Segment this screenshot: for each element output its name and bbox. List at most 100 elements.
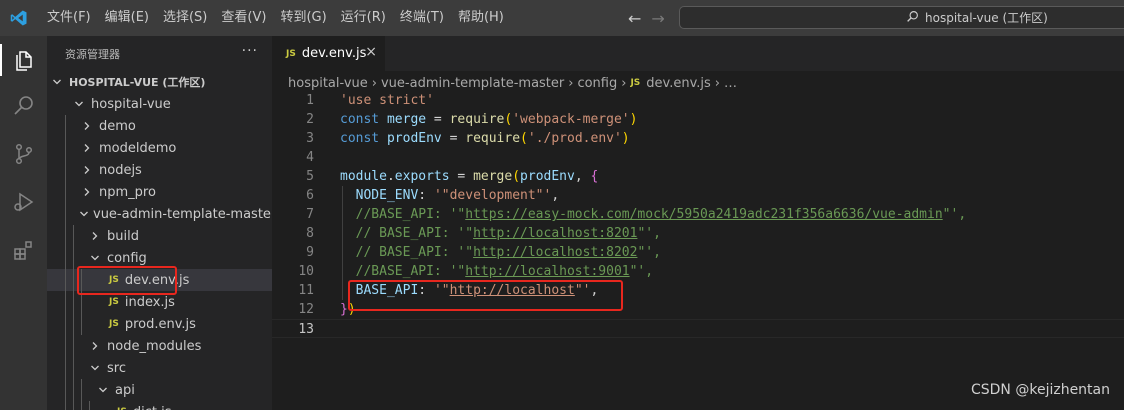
chevron-right-icon: › xyxy=(714,75,720,91)
breadcrumb-file[interactable]: dev.env.js xyxy=(646,76,711,91)
indent-guide xyxy=(65,225,66,247)
tree-item-label: nodejs xyxy=(99,162,142,178)
active-indicator xyxy=(0,44,2,76)
line-number: 11 xyxy=(298,283,314,298)
breadcrumb-item[interactable]: config xyxy=(577,76,617,91)
code-token: NODE_ENV xyxy=(355,188,419,203)
tree-folder-hospital-vue[interactable]: hospital-vue xyxy=(47,93,272,115)
indent-guide xyxy=(65,291,66,313)
code-token: './prod.env' xyxy=(527,131,622,146)
menu-item[interactable]: 运行(R) xyxy=(334,0,393,36)
tree-file-prod-env-js[interactable]: JS prod.env.js xyxy=(47,313,272,335)
code-line[interactable]: 6 NODE_ENV: '"development"', xyxy=(272,186,1124,205)
chevron-right-icon: › xyxy=(568,75,574,91)
menu-item[interactable]: 终端(T) xyxy=(393,0,451,36)
source-control-icon[interactable] xyxy=(0,132,47,176)
explorer-icon[interactable] xyxy=(0,38,47,82)
tree-folder-api[interactable]: api xyxy=(47,379,272,401)
more-actions-icon[interactable]: ··· xyxy=(242,43,258,59)
code-token: //BASE_API: '" xyxy=(340,264,466,279)
command-center-label: hospital-vue (工作区) xyxy=(925,11,1048,25)
watermark: CSDN @kejizhentan xyxy=(970,382,1110,398)
code-token: http://localhost:9001 xyxy=(465,264,630,279)
menu-item[interactable]: 查看(V) xyxy=(214,0,273,36)
menu-item[interactable]: 编辑(E) xyxy=(98,0,156,36)
code-token: http://localhost:8202 xyxy=(473,245,638,260)
tree-file-dict-js[interactable]: JSdict.js xyxy=(47,401,272,410)
code-line[interactable]: 8 // BASE_API: '"http://localhost:8201"'… xyxy=(272,224,1124,243)
js-file-icon: JS xyxy=(109,297,119,307)
tree-item-label: src xyxy=(107,360,126,376)
tab-bar: JS dev.env.js × xyxy=(272,36,1124,71)
back-arrow-icon[interactable]: ← xyxy=(628,9,641,28)
tree-folder-npm-pro[interactable]: npm_pro xyxy=(47,181,272,203)
explorer-header: 资源管理器 ··· xyxy=(47,36,272,71)
code-token: // BASE_API: '" xyxy=(340,245,474,260)
menu-item[interactable]: 转到(G) xyxy=(273,0,333,36)
tree-folder-src[interactable]: src xyxy=(47,357,272,379)
line-number: 3 xyxy=(306,131,314,146)
tree-item-label: demo xyxy=(99,118,136,134)
line-number: 1 xyxy=(306,93,314,108)
close-icon[interactable]: × xyxy=(365,44,377,60)
code-token: //BASE_API: '" xyxy=(340,207,466,222)
indent-guide xyxy=(65,247,66,269)
tree-item-label: prod.env.js xyxy=(124,316,196,332)
highlight-box-file xyxy=(77,266,177,295)
menu-item[interactable]: 选择(S) xyxy=(156,0,214,36)
breadcrumb-item[interactable]: hospital-vue xyxy=(288,76,368,91)
file-tree: hospital-vue demo modeldemo nodejs npm_pro vu… xyxy=(47,93,272,410)
menu-item[interactable]: 帮助(H) xyxy=(451,0,511,36)
workspace-title: HOSPITAL-VUE (工作区) xyxy=(69,76,206,89)
code-line[interactable]: 9 // BASE_API: '"http://localhost:8202"'… xyxy=(272,243,1124,262)
workspace-header[interactable]: HOSPITAL-VUE (工作区) xyxy=(47,71,272,93)
code-text: module.exports = merge(prodEnv, { xyxy=(340,167,598,186)
code-line[interactable]: 5 module.exports = merge(prodEnv, { xyxy=(272,167,1124,186)
run-debug-icon[interactable] xyxy=(0,180,47,224)
tree-folder-modeldemo[interactable]: modeldemo xyxy=(47,137,272,159)
activity-bar xyxy=(0,36,47,410)
code-token: { xyxy=(590,169,599,184)
tree-folder-demo[interactable]: demo xyxy=(47,115,272,137)
tree-folder-node-modules[interactable]: node_modules xyxy=(47,335,272,357)
breadcrumb-more[interactable]: … xyxy=(724,76,737,91)
indent-guide xyxy=(73,357,74,379)
indent-guide xyxy=(65,379,66,401)
breadcrumb-item[interactable]: vue-admin-template-master xyxy=(381,76,564,91)
indent-guide xyxy=(65,335,66,357)
code-line[interactable]: 13 xyxy=(272,319,1124,338)
js-file-icon: JS xyxy=(109,319,119,329)
code-token: const xyxy=(340,112,387,127)
code-token: ( xyxy=(512,169,521,184)
code-token: = xyxy=(449,169,474,184)
code-line[interactable]: 10 //BASE_API: '"http://localhost:9001"'… xyxy=(272,262,1124,281)
code-token: '"development"' xyxy=(433,188,552,203)
tree-item-label: api xyxy=(115,382,135,398)
code-line[interactable]: 1 'use strict' xyxy=(272,91,1124,110)
code-token: "', xyxy=(942,207,967,222)
code-line[interactable]: 2 const merge = require('webpack-merge') xyxy=(272,110,1124,129)
extensions-icon[interactable] xyxy=(0,228,47,272)
tree-folder-nodejs[interactable]: nodejs xyxy=(47,159,272,181)
forward-arrow-icon[interactable]: → xyxy=(651,9,664,28)
line-number: 2 xyxy=(306,112,314,127)
menu-item[interactable]: 文件(F) xyxy=(40,0,98,36)
indent-guide xyxy=(73,335,74,357)
code-line[interactable]: 3 const prodEnv = require('./prod.env') xyxy=(272,129,1124,148)
code-line[interactable]: 7 //BASE_API: '"https://easy-mock.com/mo… xyxy=(272,205,1124,224)
code-token: , xyxy=(574,169,591,184)
indent-guide xyxy=(81,379,82,401)
code-token: "', xyxy=(637,226,661,241)
tree-folder-build[interactable]: build xyxy=(47,225,272,247)
code-line[interactable]: 4 xyxy=(272,148,1124,167)
code-text: NODE_ENV: '"development"', xyxy=(340,186,560,205)
code-text: const merge = require('webpack-merge') xyxy=(340,110,637,129)
tree-item-label: dict.js xyxy=(133,405,172,410)
code-token: module xyxy=(340,169,387,184)
tree-folder-vue-admin-template-master[interactable]: vue-admin-template-master xyxy=(47,203,272,225)
code-text: // BASE_API: '"http://localhost:8202"', xyxy=(340,243,661,262)
command-center-search[interactable]: hospital-vue (工作区) xyxy=(679,6,1124,29)
tab-dev-env-js[interactable]: JS dev.env.js × xyxy=(272,36,385,71)
line-number: 4 xyxy=(306,150,314,165)
search-icon[interactable] xyxy=(0,84,47,128)
